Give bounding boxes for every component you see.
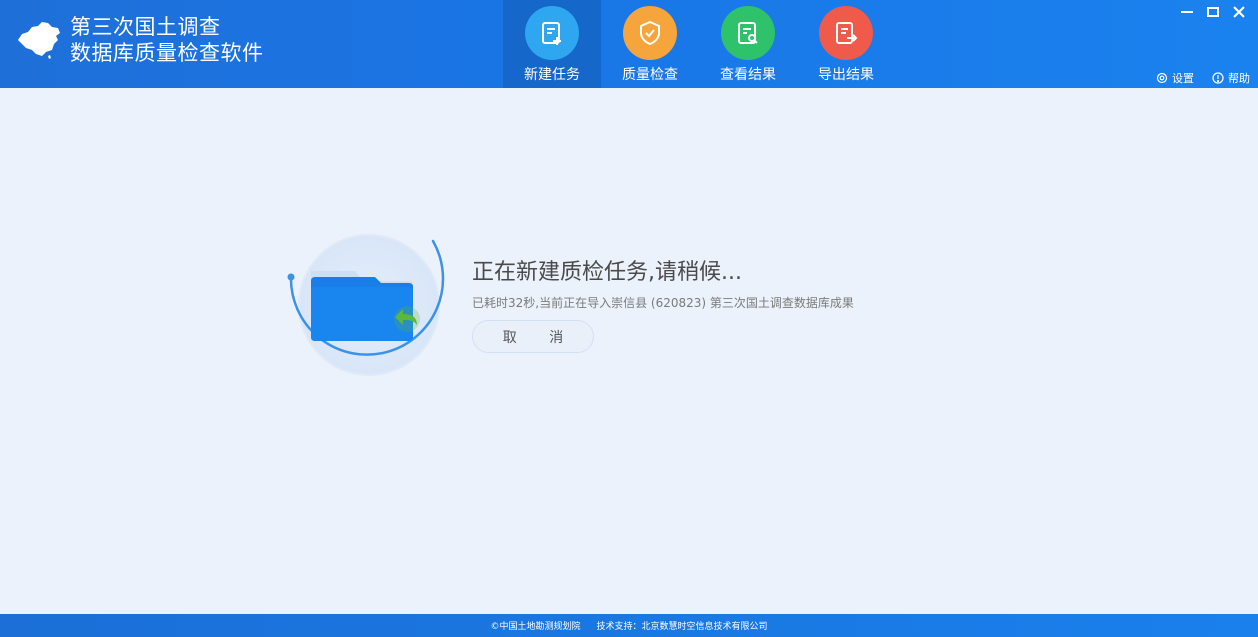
main-nav: 新建任务 质量检查 查看结果 导出结果 (503, 0, 895, 88)
status-detail: 已耗时32秒,当前正在导入崇信县 (620823) 第三次国土调查数据库成果 (472, 296, 854, 310)
nav-label: 新建任务 (524, 67, 580, 83)
close-button[interactable] (1226, 2, 1252, 22)
loading-folder-graphic (287, 234, 445, 376)
help-icon (1212, 72, 1224, 84)
nav-label: 质量检查 (622, 67, 678, 83)
new-task-icon (525, 6, 579, 60)
app-title-line2: 数据库质量检查软件 (70, 41, 264, 65)
footer-copyright: ©中国土地勘测规划院 (490, 622, 581, 632)
cancel-button[interactable]: 取 消 (472, 320, 594, 353)
view-result-icon (721, 6, 775, 60)
minimize-icon (1181, 11, 1193, 13)
minimize-button[interactable] (1174, 2, 1200, 22)
settings-button[interactable]: 设置 (1156, 70, 1194, 86)
status-title: 正在新建质检任务,请稍候... (472, 260, 742, 285)
gear-icon (1156, 72, 1168, 84)
shield-check-icon (623, 6, 677, 60)
title-bar: 第三次国土调查 数据库质量检查软件 新建任务 质量检查 查看结果 导出结果 设置… (0, 0, 1258, 88)
brand: 第三次国土调查 数据库质量检查软件 (12, 10, 264, 70)
nav-export-result[interactable]: 导出结果 (797, 0, 895, 88)
window-controls (1174, 2, 1252, 22)
utility-links: 设置 帮助 (1156, 70, 1250, 86)
return-arrow-icon (394, 306, 420, 332)
export-icon (819, 6, 873, 60)
nav-quality-check[interactable]: 质量检查 (601, 0, 699, 88)
settings-label: 设置 (1172, 72, 1194, 85)
nav-label: 查看结果 (720, 67, 776, 83)
china-map-logo-icon (18, 22, 60, 59)
close-icon (1233, 6, 1245, 18)
footer-support: 技术支持：北京数慧时空信息技术有限公司 (596, 622, 768, 632)
help-label: 帮助 (1228, 72, 1250, 85)
help-button[interactable]: 帮助 (1212, 70, 1250, 86)
app-title-line1: 第三次国土调查 (70, 15, 221, 39)
footer: ©中国土地勘测规划院 技术支持：北京数慧时空信息技术有限公司 (0, 614, 1258, 637)
folder-icon (311, 271, 413, 341)
maximize-button[interactable] (1200, 2, 1226, 22)
maximize-icon (1207, 7, 1219, 17)
nav-label: 导出结果 (818, 67, 874, 83)
nav-view-result[interactable]: 查看结果 (699, 0, 797, 88)
nav-new-task[interactable]: 新建任务 (503, 0, 601, 88)
